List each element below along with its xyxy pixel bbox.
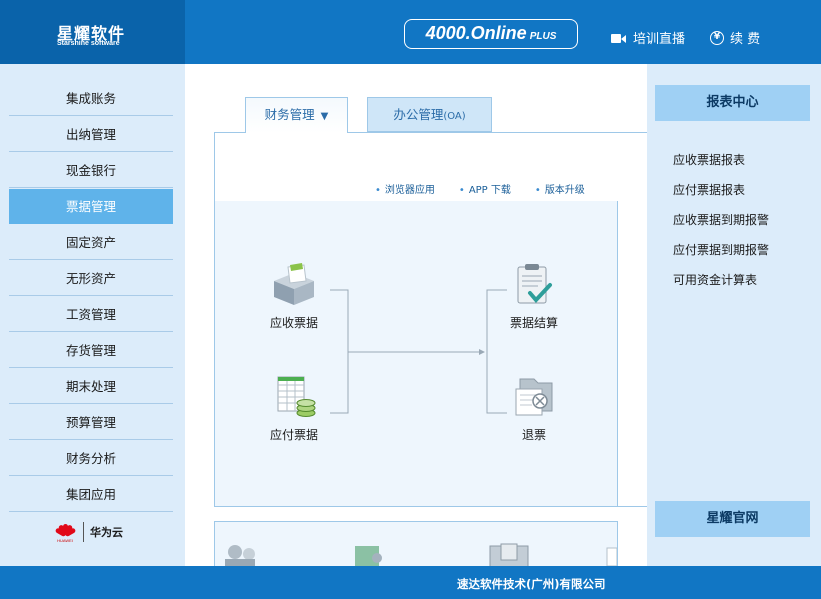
report-available-funds[interactable]: 可用资金计算表 bbox=[673, 271, 757, 288]
product-edition: PLUS bbox=[529, 31, 557, 42]
tab-finance-management[interactable]: 财务管理 ▼ bbox=[245, 97, 348, 133]
yen-coin-icon: ¥ bbox=[710, 30, 724, 45]
sidebar-item-integrated-accounts[interactable]: 集成账务 bbox=[9, 81, 173, 116]
huawei-logo-text: HUAWEI bbox=[57, 538, 73, 543]
tab-office-management[interactable]: 办公管理(OA) bbox=[367, 97, 492, 132]
sidebar-item-period-end[interactable]: 期末处理 bbox=[9, 369, 173, 404]
flow-node-refund[interactable]: 退票 bbox=[494, 373, 574, 443]
refund-folder-icon bbox=[515, 378, 553, 416]
sidebar-item-bills[interactable]: 票据管理 bbox=[9, 189, 173, 224]
sidebar-item-inventory[interactable]: 存货管理 bbox=[9, 333, 173, 368]
product-name: 4000.Online bbox=[425, 23, 527, 43]
huawei-cloud-partner[interactable]: HUAWEI 华为云 bbox=[53, 522, 123, 543]
live-training-link[interactable]: 培训直播 bbox=[611, 28, 685, 47]
partner-divider bbox=[83, 522, 84, 542]
sidebar-item-financial-analysis[interactable]: 财务分析 bbox=[9, 441, 173, 476]
report-payable-bills[interactable]: 应付票据报表 bbox=[673, 181, 745, 198]
sidebar-item-cashier[interactable]: 出纳管理 bbox=[9, 117, 173, 152]
refund-label: 退票 bbox=[521, 428, 546, 442]
payable-ledger-icon bbox=[277, 376, 316, 417]
sidebar-item-payroll[interactable]: 工资管理 bbox=[9, 297, 173, 332]
sidebar-item-intangible-assets[interactable]: 无形资产 bbox=[9, 261, 173, 296]
bank-icon bbox=[489, 543, 529, 566]
tab-office-suffix: (OA) bbox=[443, 111, 466, 122]
secondary-panel-icons bbox=[225, 543, 617, 566]
settlement-label: 票据结算 bbox=[509, 316, 558, 330]
flow-node-receivable[interactable]: 应收票据 bbox=[254, 263, 334, 331]
people-icon bbox=[225, 545, 255, 566]
huawei-logo-icon: HUAWEI bbox=[53, 522, 77, 543]
report-center-header[interactable]: 报表中心 bbox=[655, 85, 810, 121]
report-receivable-due-alert[interactable]: 应收票据到期报警 bbox=[673, 211, 769, 228]
app-download-link[interactable]: • APP 下载 bbox=[459, 181, 511, 196]
report-sidebar: 报表中心 应收票据报表 应付票据报表 应收票据到期报警 应付票据到期报警 可用资… bbox=[647, 64, 821, 566]
sidebar-item-budget[interactable]: 预算管理 bbox=[9, 405, 173, 440]
logo-english-name: Starshine software bbox=[57, 40, 120, 47]
flow-connectors bbox=[330, 289, 507, 414]
company-name: 速达软件技术(广州)有限公司 bbox=[457, 577, 606, 591]
left-sidebar: 集成账务 出纳管理 现金银行 票据管理 固定资产 无形资产 工资管理 存货管理 … bbox=[0, 64, 185, 566]
video-camera-icon bbox=[611, 32, 627, 44]
flow-node-payable[interactable]: 应付票据 bbox=[254, 373, 334, 443]
clipboard-check-icon bbox=[517, 264, 552, 304]
huawei-cloud-label: 华为云 bbox=[90, 526, 123, 539]
chevron-down-icon: ▼ bbox=[320, 111, 329, 122]
browser-app-link[interactable]: • 浏览器应用 bbox=[375, 181, 435, 196]
live-training-label: 培训直播 bbox=[633, 32, 686, 47]
sidebar-item-group-apps[interactable]: 集团应用 bbox=[9, 477, 173, 512]
sidebar-item-fixed-assets[interactable]: 固定资产 bbox=[9, 225, 173, 260]
bill-flow-diagram: 应收票据 应付票据 票据结算 退票 bbox=[215, 201, 618, 507]
payable-label: 应付票据 bbox=[269, 428, 318, 442]
version-upgrade-link[interactable]: • 版本升级 bbox=[535, 181, 585, 196]
report-receivable-bills[interactable]: 应收票据报表 bbox=[673, 151, 745, 168]
quick-links: • 浏览器应用 • APP 下载 • 版本升级 bbox=[375, 181, 585, 196]
page-footer: 速达软件技术(广州)有限公司 bbox=[0, 566, 821, 599]
flow-node-settlement[interactable]: 票据结算 bbox=[494, 263, 574, 331]
report-payable-due-alert[interactable]: 应付票据到期报警 bbox=[673, 241, 769, 258]
top-header: 星耀软件 Starshine software 4000.Online PLUS … bbox=[0, 0, 821, 64]
tab-finance-label: 财务管理 bbox=[264, 107, 315, 122]
renew-label: 续 费 bbox=[730, 32, 761, 47]
document-icon bbox=[606, 547, 617, 566]
transfer-icon bbox=[355, 546, 382, 566]
brand-logo[interactable]: 星耀软件 Starshine software bbox=[0, 0, 185, 64]
official-site-button[interactable]: 星耀官网 bbox=[655, 501, 810, 537]
tab-office-label: 办公管理 bbox=[393, 107, 444, 122]
sidebar-item-cash-bank[interactable]: 现金银行 bbox=[9, 153, 173, 188]
product-badge: 4000.Online PLUS bbox=[404, 19, 578, 49]
main-content: 财务管理 ▼ 办公管理(OA) •浏览器应用 •APP 下载 •版本升级 bbox=[185, 64, 647, 566]
renew-link[interactable]: ¥ 续 费 bbox=[710, 28, 760, 47]
secondary-panel bbox=[214, 521, 618, 566]
receivable-box-icon bbox=[274, 263, 314, 305]
receivable-label: 应收票据 bbox=[269, 316, 318, 330]
